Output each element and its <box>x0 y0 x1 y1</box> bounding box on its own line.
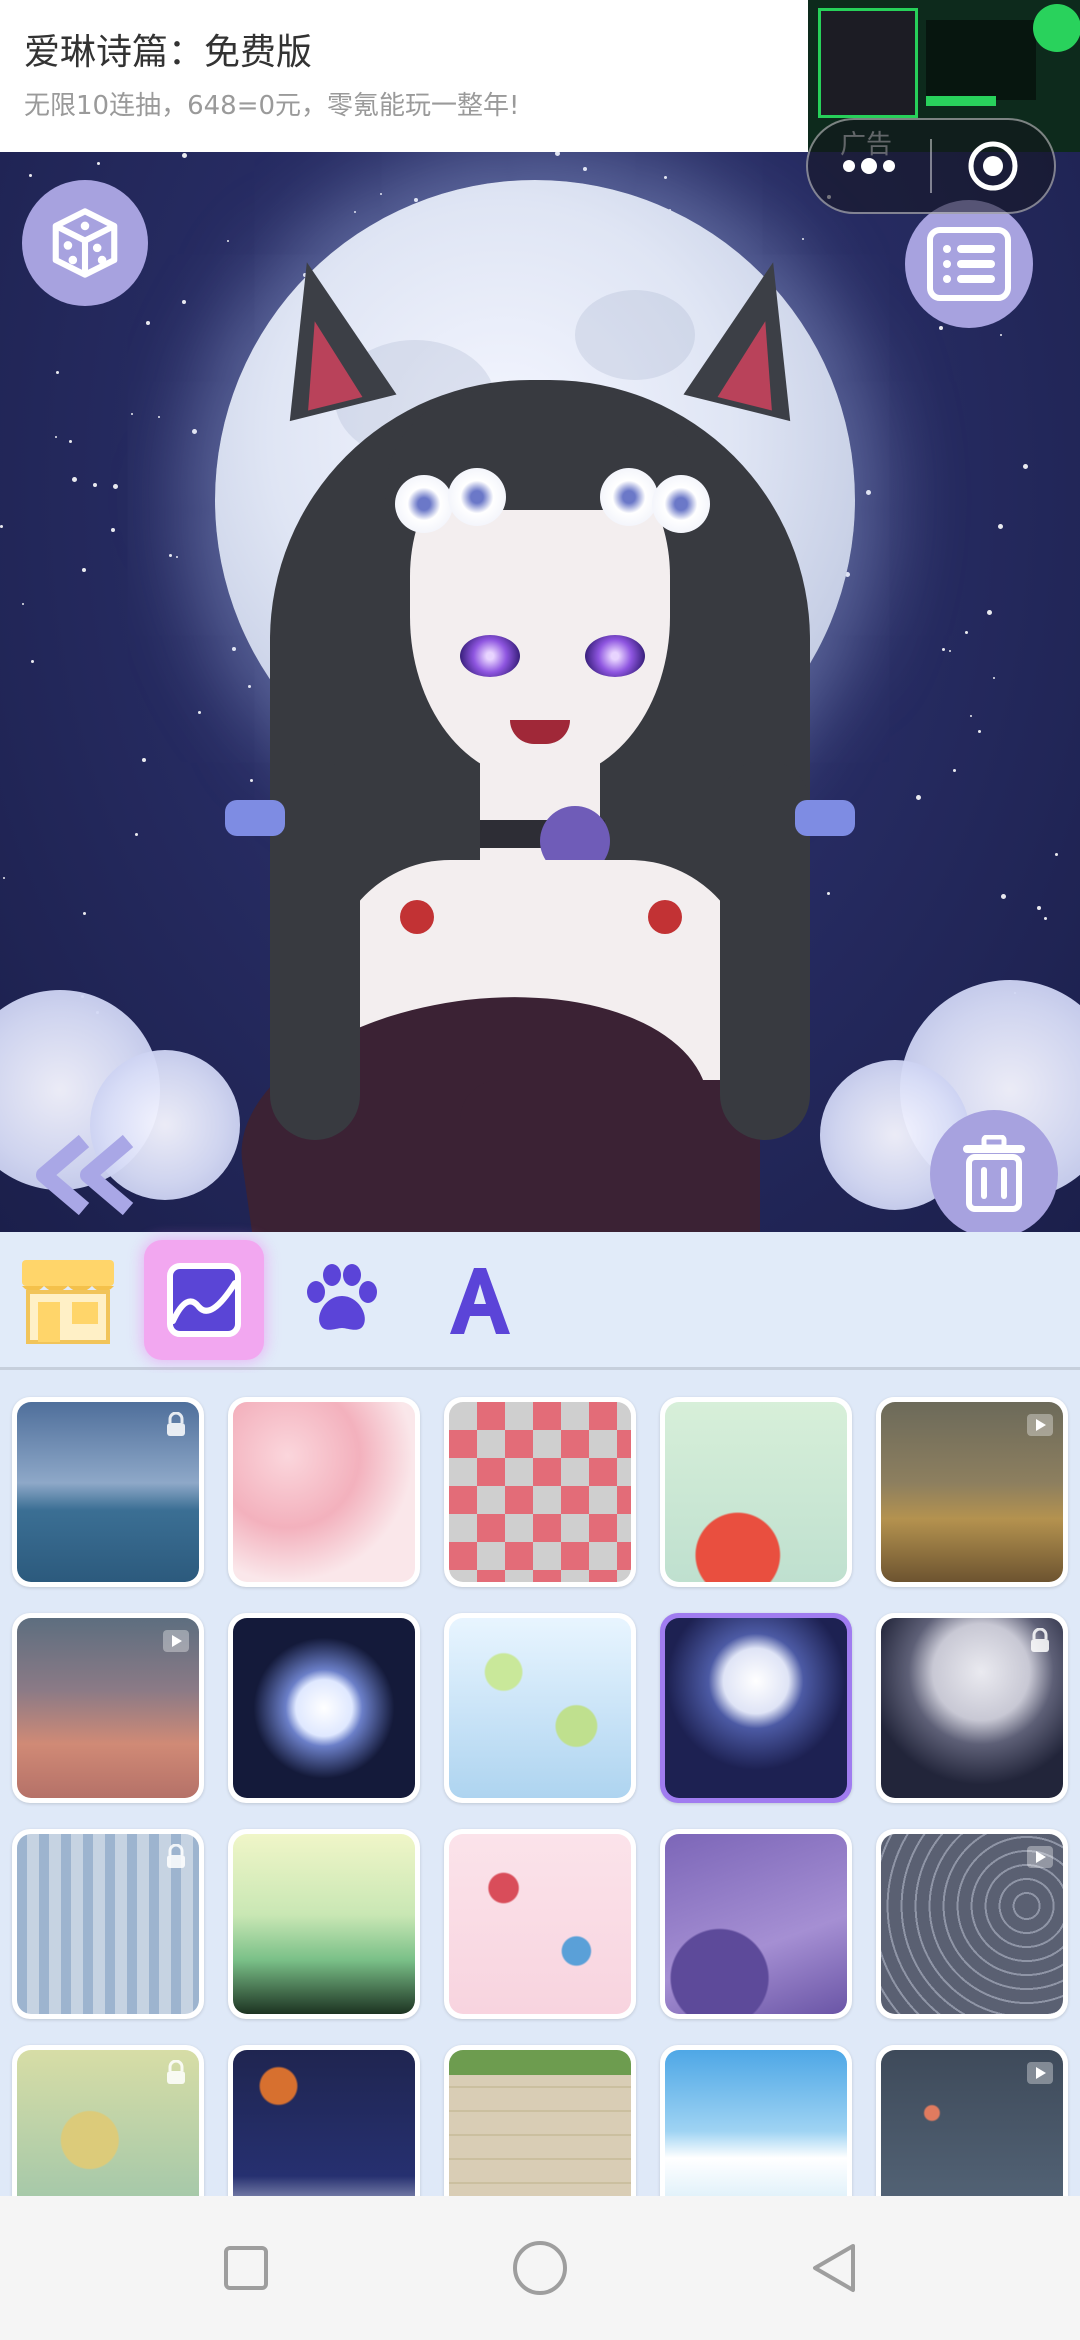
background-tile[interactable] <box>660 1829 852 2019</box>
ad-title: 爱琳诗篇：免费版 <box>24 32 313 73</box>
background-tile[interactable] <box>660 1613 852 1803</box>
mini-program-capsule <box>806 118 1056 214</box>
ad-description: 无限10连抽，648=0元，零氪能玩一整年! <box>24 91 520 121</box>
home-button[interactable] <box>504 2232 576 2304</box>
background-thumbnail <box>17 2050 199 2196</box>
background-tile[interactable] <box>876 1397 1068 1587</box>
landscape-image-icon <box>167 1263 241 1337</box>
background-tile[interactable] <box>444 2045 636 2196</box>
background-thumbnail <box>17 1834 199 2014</box>
background-thumbnail <box>665 1618 847 1798</box>
more-options-button[interactable] <box>808 120 930 212</box>
recent-apps-button[interactable] <box>210 2232 282 2304</box>
storefront-icon <box>22 1260 114 1344</box>
background-tile[interactable] <box>228 1397 420 1587</box>
circle-icon <box>513 2241 567 2295</box>
background-tile[interactable] <box>12 1397 204 1587</box>
trash-icon <box>963 1135 1025 1212</box>
app-screen: 爱琳诗篇：免费版 无限10连抽，648=0元，零氪能玩一整年! 广告 <box>0 0 1080 2340</box>
background-thumbnail <box>881 1834 1063 2014</box>
tab-background[interactable] <box>144 1240 264 1360</box>
delete-button[interactable] <box>930 1110 1058 1232</box>
background-thumbnail <box>449 1834 631 2014</box>
background-thumbnail <box>881 2050 1063 2196</box>
more-dots-icon <box>843 158 895 174</box>
avatar-character <box>180 240 900 1232</box>
background-tile[interactable] <box>228 2045 420 2196</box>
background-tile[interactable] <box>660 2045 852 2196</box>
triangle-back-icon <box>813 2244 855 2292</box>
tab-shop[interactable] <box>8 1240 128 1360</box>
background-thumbnail <box>233 1618 415 1798</box>
back-navigation-button[interactable] <box>798 2232 870 2304</box>
background-thumbnail <box>881 1618 1063 1798</box>
target-circle-icon <box>968 141 1018 191</box>
background-tile[interactable] <box>12 1829 204 2019</box>
dice-icon <box>52 208 118 278</box>
background-tile[interactable] <box>444 1613 636 1803</box>
background-tile[interactable] <box>228 1613 420 1803</box>
letter-a-icon <box>450 1268 510 1334</box>
list-menu-icon <box>927 227 1011 301</box>
background-thumbnail <box>17 1402 199 1582</box>
background-thumbnail <box>665 1402 847 1582</box>
background-thumbnail <box>665 1834 847 2014</box>
close-mini-program-button[interactable] <box>932 120 1054 212</box>
tab-text[interactable] <box>420 1240 540 1360</box>
video-play-icon <box>1027 1414 1053 1436</box>
background-tile[interactable] <box>876 1613 1068 1803</box>
video-play-icon <box>163 1630 189 1652</box>
category-tab-bar <box>0 1232 1080 1370</box>
system-navigation-bar <box>0 2196 1080 2340</box>
lock-icon <box>163 2059 189 2086</box>
background-tile[interactable] <box>12 2045 204 2196</box>
background-tile[interactable] <box>444 1397 636 1587</box>
double-chevron-left-icon <box>36 1134 134 1216</box>
paw-icon <box>307 1264 377 1330</box>
background-tile[interactable] <box>12 1613 204 1803</box>
background-tile[interactable] <box>876 1829 1068 2019</box>
lock-icon <box>1027 1627 1053 1654</box>
background-tile[interactable] <box>444 1829 636 2019</box>
background-thumbnail <box>233 1834 415 2014</box>
ad-banner[interactable]: 爱琳诗篇：免费版 无限10连抽，648=0元，零氪能玩一整年! <box>0 0 808 152</box>
background-tile[interactable] <box>228 1829 420 2019</box>
background-thumbnail <box>449 1618 631 1798</box>
back-button[interactable] <box>32 1134 142 1216</box>
background-thumbnail <box>233 1402 415 1582</box>
background-thumbnail <box>17 1618 199 1798</box>
square-icon <box>224 2246 268 2290</box>
background-tile[interactable] <box>660 1397 852 1587</box>
background-thumbnail <box>449 2050 631 2196</box>
background-thumbnail <box>449 1402 631 1582</box>
tab-pet[interactable] <box>282 1240 402 1360</box>
menu-button[interactable] <box>905 200 1033 328</box>
background-thumbnail <box>233 2050 415 2196</box>
video-play-icon <box>1027 1846 1053 1868</box>
randomize-button[interactable] <box>22 180 148 306</box>
lock-icon <box>163 1411 189 1438</box>
background-tile[interactable] <box>876 2045 1068 2196</box>
lock-icon <box>163 1843 189 1870</box>
background-thumbnail <box>881 1402 1063 1582</box>
video-play-icon <box>1027 2062 1053 2084</box>
background-grid <box>0 1373 1080 2196</box>
background-thumbnail <box>665 2050 847 2196</box>
